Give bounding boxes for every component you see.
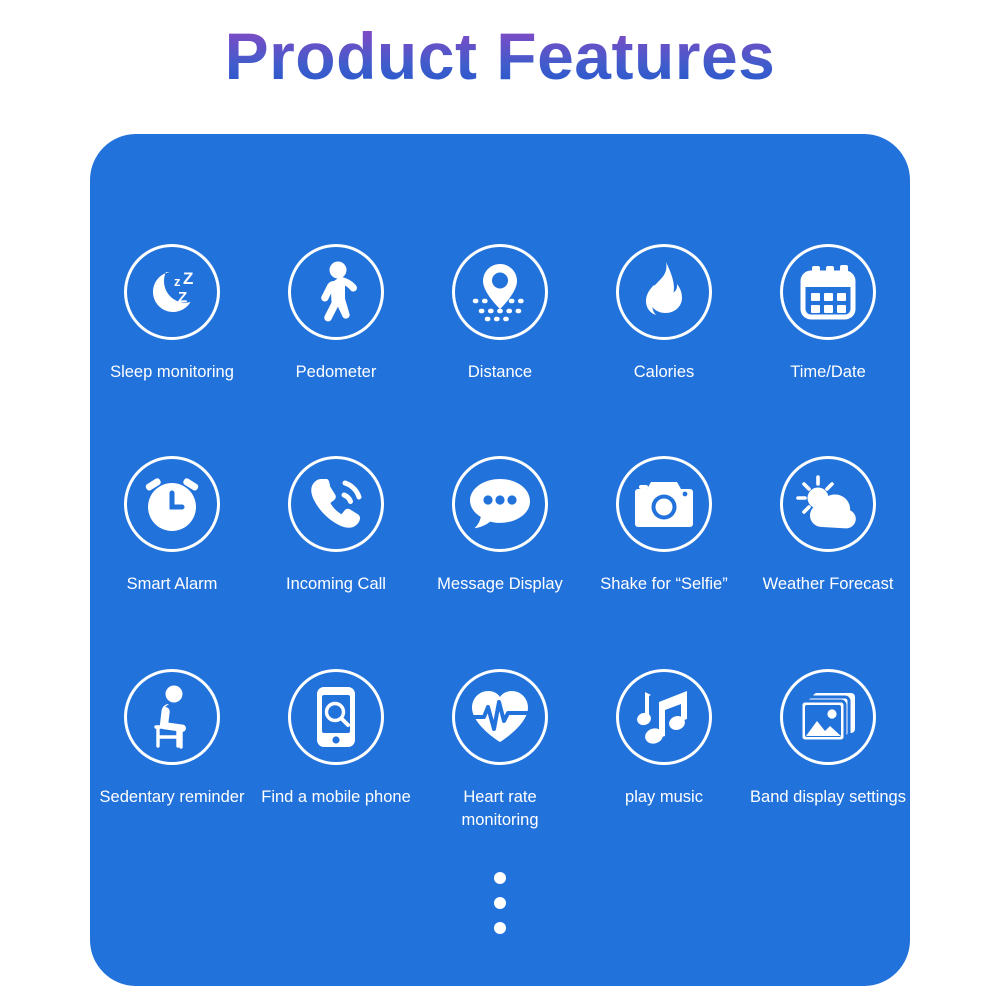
feature-item-band-display-settings[interactable]: Band display settings: [746, 669, 910, 832]
page-title: Product Features: [225, 16, 776, 96]
feature-label: play music: [625, 788, 703, 806]
feature-item-find-mobile-phone[interactable]: Find a mobile phone: [254, 669, 418, 832]
feature-label: Weather Forecast: [762, 575, 894, 593]
photo-gallery-icon: [797, 689, 859, 745]
features-card: z Z Z Sleep monitoring Pedometer Distanc…: [90, 134, 910, 986]
features-row-1: z Z Z Sleep monitoring Pedometer Distanc…: [90, 244, 910, 384]
person-sitting-icon: [143, 685, 201, 749]
walking-person-icon: [307, 261, 365, 323]
feature-item-smart-alarm[interactable]: Smart Alarm: [90, 456, 254, 596]
features-row-3: Sedentary reminder Find a mobile phone H…: [90, 669, 910, 832]
moon-zzz-icon: z Z Z: [140, 260, 204, 324]
feature-item-message-display[interactable]: Message Display: [418, 456, 582, 596]
feature-icon-circle: [124, 669, 220, 765]
feature-icon-circle: [780, 244, 876, 340]
ellipsis-dot: [494, 922, 506, 934]
feature-item-distance[interactable]: Distance: [418, 244, 582, 384]
feature-icon-circle: [616, 244, 712, 340]
music-notes-icon: [635, 686, 693, 748]
feature-label: Pedometer: [295, 363, 377, 381]
feature-item-calories[interactable]: Calories: [582, 244, 746, 384]
ellipsis-dot: [494, 897, 506, 909]
feature-label: Message Display: [437, 575, 563, 593]
feature-icon-circle: [616, 669, 712, 765]
feature-label: Incoming Call: [286, 575, 386, 593]
feature-label: Band display settings: [750, 788, 906, 806]
svg-text:Z: Z: [178, 289, 187, 306]
feature-item-pedometer[interactable]: Pedometer: [254, 244, 418, 384]
feature-item-play-music[interactable]: play music: [582, 669, 746, 832]
sun-cloud-icon: [795, 475, 861, 533]
feature-icon-circle: [288, 669, 384, 765]
feature-item-incoming-call[interactable]: Incoming Call: [254, 456, 418, 596]
map-pin-route-icon: [467, 261, 533, 323]
feature-icon-circle: [288, 244, 384, 340]
feature-item-sleep-monitoring[interactable]: z Z Z Sleep monitoring: [90, 244, 254, 384]
feature-label: Time/Date: [790, 363, 866, 381]
feature-label: Distance: [467, 363, 533, 381]
feature-item-sedentary-reminder[interactable]: Sedentary reminder: [90, 669, 254, 832]
feature-icon-circle: [616, 456, 712, 552]
feature-icon-circle: [288, 456, 384, 552]
feature-label: Heart rate monitoring: [461, 788, 539, 829]
feature-label: Calories: [633, 363, 695, 381]
calendar-icon: [797, 261, 859, 323]
ellipsis-dot: [494, 872, 506, 884]
feature-item-shake-for-selfie[interactable]: Shake for “Selfie”: [582, 456, 746, 596]
phone-ringing-icon: [305, 473, 367, 535]
chat-bubble-dots-icon: [467, 475, 533, 533]
feature-icon-circle: [452, 669, 548, 765]
svg-text:z: z: [174, 274, 181, 289]
feature-icon-circle: [124, 456, 220, 552]
alarm-clock-icon: [140, 473, 204, 535]
feature-label: Sedentary reminder: [99, 788, 245, 806]
camera-icon: [632, 477, 696, 531]
heart-pulse-icon: [468, 688, 532, 746]
feature-item-time-date[interactable]: Time/Date: [746, 244, 910, 384]
feature-icon-circle: [780, 669, 876, 765]
flame-icon: [635, 260, 693, 324]
product-features-infographic: Product Features z Z Z Sleep monitoring: [0, 0, 1000, 1000]
svg-text:Z: Z: [183, 269, 193, 288]
feature-label: Find a mobile phone: [261, 788, 411, 806]
feature-label: Sleep monitoring: [110, 363, 234, 381]
feature-item-heart-rate-monitoring[interactable]: Heart rate monitoring: [418, 669, 582, 832]
feature-label: Smart Alarm: [126, 575, 218, 593]
feature-item-weather-forecast[interactable]: Weather Forecast: [746, 456, 910, 596]
feature-icon-circle: [452, 456, 548, 552]
vertical-ellipsis-icon: [90, 872, 910, 934]
feature-icon-circle: [780, 456, 876, 552]
page-title-container: Product Features: [0, 16, 1000, 96]
features-row-2: Smart Alarm Incoming Call Message Displa…: [90, 456, 910, 596]
feature-icon-circle: z Z Z: [124, 244, 220, 340]
feature-icon-circle: [452, 244, 548, 340]
feature-label: Shake for “Selfie”: [600, 575, 728, 593]
phone-search-icon: [313, 685, 359, 749]
